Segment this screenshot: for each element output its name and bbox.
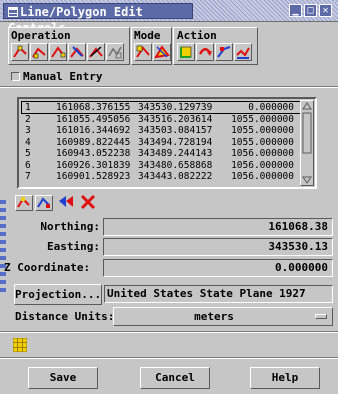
add-vertex-tool-icon[interactable] <box>11 43 29 61</box>
vertex-index-cell: 3 <box>25 125 31 136</box>
table-row[interactable]: 1 161068.376155 343530.129739 0.000000 <box>21 101 301 114</box>
help-button[interactable]: Help <box>250 367 320 389</box>
vertex-y-cell: 343494.728194 <box>138 136 213 148</box>
dropdown-indicator-icon <box>315 314 327 319</box>
table-row[interactable]: 3 161016.344692 343503.084157 1055.000000 <box>22 125 300 136</box>
smooth-line-tool-icon[interactable] <box>106 43 124 61</box>
vertex-y-cell: 343480.658868 <box>138 159 213 171</box>
split-line-tool-icon[interactable] <box>87 43 105 61</box>
table-row[interactable]: 6 160926.301839 343480.658868 1056.000000 <box>22 160 300 171</box>
vertex-z-cell: 1056.000000 <box>231 159 294 171</box>
navigate-icon[interactable] <box>58 195 76 211</box>
vertex-index-cell: 2 <box>25 113 31 125</box>
vertex-x-cell: 161055.495056 <box>56 113 131 125</box>
grid-icon[interactable] <box>12 337 28 353</box>
minimize-button[interactable]: ▁ <box>289 4 302 17</box>
table-row[interactable]: 4 160989.822445 343494.728194 1055.000000 <box>22 137 300 148</box>
line-edit-icon[interactable] <box>35 195 53 211</box>
vertex-z-cell: 1055.000000 <box>231 125 294 136</box>
vertex-index-cell: 6 <box>25 159 31 171</box>
redo-tool-icon[interactable] <box>215 43 233 61</box>
vertex-z-cell: 0.000000 <box>248 102 294 113</box>
insert-vertex-tool-icon[interactable] <box>30 43 48 61</box>
delete-icon[interactable] <box>80 194 98 211</box>
operation-label: Operation <box>11 29 71 42</box>
side-strip <box>0 200 6 295</box>
title-bar[interactable]: Line/Polygon Edit Controls ▁ □ ✕ <box>0 0 338 35</box>
vertex-x-cell: 160989.822445 <box>56 136 131 148</box>
vertex-x-cell: 161068.376155 <box>56 102 131 113</box>
divider <box>0 357 338 359</box>
vertex-y-cell: 343443.082222 <box>138 171 213 182</box>
projection-field[interactable]: United States State Plane 1927 <box>104 285 333 303</box>
z-coordinate-field[interactable]: 0.000000 <box>103 259 333 277</box>
northing-field[interactable]: 161068.38 <box>103 218 333 236</box>
maximize-button[interactable]: □ <box>304 4 317 17</box>
polygon-mode-tool-icon[interactable] <box>153 43 171 61</box>
distance-units-label: Distance Units: <box>15 310 115 323</box>
move-vertex-tool-icon[interactable] <box>49 43 67 61</box>
line-mode-tool-icon[interactable] <box>134 43 152 61</box>
distance-units-select[interactable]: meters <box>113 307 333 326</box>
vertex-x-cell: 160901.528923 <box>56 171 131 182</box>
vertex-y-cell: 343530.129739 <box>138 102 213 113</box>
select-line-tool-icon[interactable] <box>177 43 195 61</box>
vertex-y-cell: 343516.203614 <box>138 113 213 125</box>
vertex-z-cell: 1055.000000 <box>231 136 294 148</box>
vertex-x-cell: 160943.052238 <box>56 148 131 159</box>
vertex-index-cell: 1 <box>25 102 31 113</box>
vertex-x-cell: 160926.301839 <box>56 159 131 171</box>
distance-units-value: meters <box>194 310 234 323</box>
undo-tool-icon[interactable] <box>196 43 214 61</box>
mode-label: Mode <box>134 29 161 42</box>
northing-label: Northing: <box>40 220 100 233</box>
table-row[interactable]: 7 160901.528923 343443.082222 1056.000000 <box>22 171 300 182</box>
profile-tool-icon[interactable] <box>234 43 252 61</box>
vertex-z-cell: 1055.000000 <box>231 113 294 125</box>
manual-entry-label: Manual Entry <box>23 70 103 83</box>
vertex-index-cell: 4 <box>25 136 31 148</box>
divider <box>0 86 338 88</box>
manual-entry-checkbox[interactable] <box>11 72 20 81</box>
cancel-button[interactable]: Cancel <box>140 367 210 389</box>
vertex-index-cell: 7 <box>25 171 31 182</box>
save-button[interactable]: Save <box>28 367 98 389</box>
window-menu-icon[interactable] <box>8 7 18 17</box>
table-row[interactable]: 2 161055.495056 343516.203614 1055.000000 <box>22 114 300 125</box>
action-label: Action <box>177 29 217 42</box>
vertex-x-cell: 161016.344692 <box>56 125 131 136</box>
window-title: Line/Polygon Edit Controls <box>3 3 193 35</box>
vertex-y-cell: 343503.084157 <box>138 125 213 136</box>
delete-vertex-tool-icon[interactable] <box>68 43 86 61</box>
divider <box>0 331 338 333</box>
line-select-icon[interactable] <box>15 195 33 211</box>
vertex-y-cell: 343489.244143 <box>138 148 213 159</box>
vertex-list[interactable]: 1 161068.376155 343530.129739 0.000000 2 1610… <box>17 97 317 189</box>
close-button[interactable]: ✕ <box>319 4 332 17</box>
easting-field[interactable]: 343530.13 <box>103 238 333 256</box>
z-coordinate-label: Z Coordinate: <box>4 261 91 274</box>
vertex-z-cell: 1056.000000 <box>231 148 294 159</box>
vertex-index-cell: 5 <box>25 148 31 159</box>
projection-button[interactable]: Projection... <box>14 284 102 305</box>
vertex-z-cell: 1056.000000 <box>231 171 294 182</box>
table-row[interactable]: 5 160943.052238 343489.244143 1056.000000 <box>22 148 300 159</box>
vertex-list-scrollbar[interactable] <box>300 100 314 186</box>
easting-label: Easting: <box>47 240 100 253</box>
